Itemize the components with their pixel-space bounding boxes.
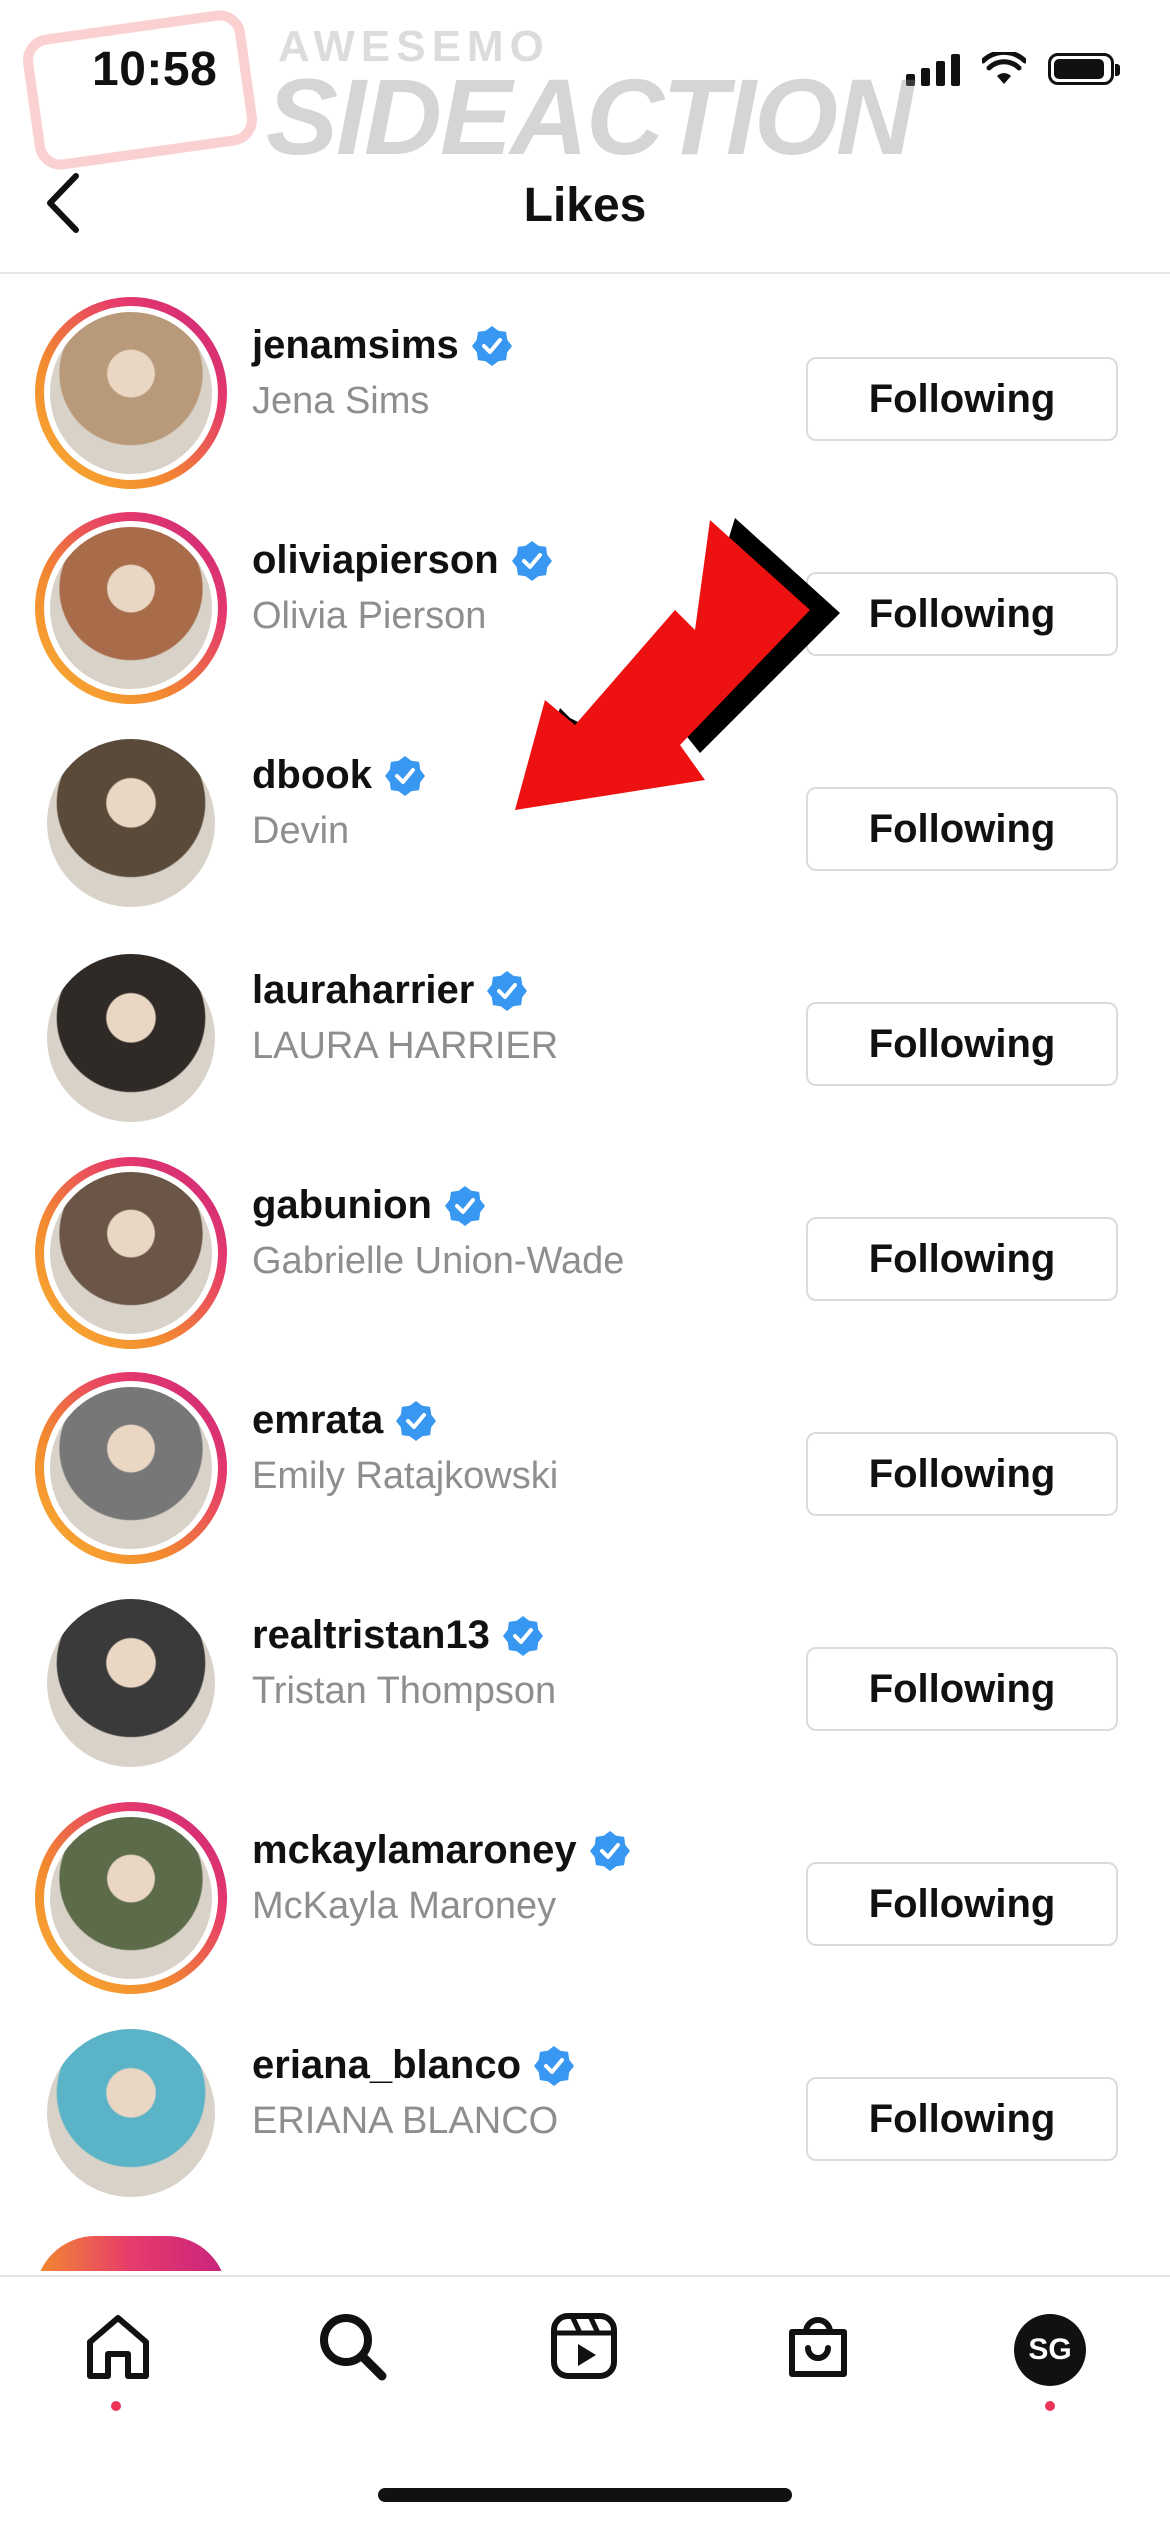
- avatar: [47, 2029, 215, 2197]
- home-icon[interactable]: [78, 2306, 158, 2386]
- username-text: dbook: [252, 753, 372, 797]
- following-button[interactable]: Following: [806, 1432, 1118, 1516]
- profile-tab-avatar[interactable]: SG: [1014, 2314, 1086, 2386]
- following-button[interactable]: Following: [806, 2077, 1118, 2161]
- avatar: [47, 1599, 215, 1767]
- battery-icon: [1048, 53, 1120, 85]
- following-button[interactable]: Following: [806, 1862, 1118, 1946]
- verified-badge-icon: [471, 325, 512, 366]
- user-names: mckaylamaroney McKayla Maroney: [252, 1828, 631, 1928]
- verified-badge-icon: [502, 1615, 543, 1656]
- profile-notification-dot: [1045, 2401, 1055, 2411]
- list-item[interactable]: eriana_blanco ERIANA BLANCO Following: [0, 1993, 1170, 2208]
- avatar-wrapper[interactable]: [35, 942, 227, 1134]
- username-text: emrata: [252, 1398, 384, 1442]
- home-indicator: [378, 2488, 792, 2502]
- username-text: realtristan13: [252, 1613, 490, 1657]
- username-text: eriana_blanco: [252, 2043, 522, 2087]
- avatar-wrapper[interactable]: [35, 727, 227, 919]
- username-text: jenamsims: [252, 323, 459, 367]
- avatar: [44, 306, 218, 480]
- username[interactable]: lauraharrier: [252, 968, 558, 1013]
- following-button[interactable]: Following: [806, 357, 1118, 441]
- verified-badge-icon: [384, 755, 425, 796]
- red-arrow-annotation: [515, 518, 840, 810]
- profile-initials: SG: [1028, 2333, 1072, 2366]
- following-button[interactable]: Following: [806, 1002, 1118, 1086]
- verified-badge-icon: [444, 1185, 485, 1226]
- partial-avatar-bottom: [35, 2236, 227, 2271]
- search-icon[interactable]: [312, 2306, 392, 2386]
- username-text: oliviapierson: [252, 538, 499, 582]
- full-name: Tristan Thompson: [252, 1670, 557, 1712]
- page-title: Likes: [523, 179, 647, 232]
- verified-badge-icon: [487, 970, 528, 1011]
- username-text: lauraharrier: [252, 968, 475, 1012]
- wifi-icon: [982, 52, 1026, 84]
- page-header: Likes: [0, 140, 1170, 274]
- username[interactable]: eriana_blanco: [252, 2043, 575, 2088]
- full-name: McKayla Maroney: [252, 1885, 557, 1927]
- username[interactable]: mckaylamaroney: [252, 1828, 631, 1873]
- avatar: [44, 521, 218, 695]
- full-name: Devin: [252, 810, 350, 852]
- username[interactable]: emrata: [252, 1398, 558, 1443]
- reels-icon[interactable]: [544, 2306, 624, 2386]
- list-item[interactable]: realtristan13 Tristan Thompson Following: [0, 1563, 1170, 1778]
- status-icons: [906, 52, 1120, 86]
- verified-badge-icon: [534, 2045, 575, 2086]
- user-names: jenamsims Jena Sims: [252, 323, 513, 423]
- avatar-story-ring[interactable]: [35, 1372, 227, 1564]
- avatar: [44, 1811, 218, 1985]
- full-name: ERIANA BLANCO: [252, 2100, 559, 2142]
- user-names: emrata Emily Ratajkowski: [252, 1398, 558, 1498]
- avatar-story-ring[interactable]: [35, 1802, 227, 1994]
- full-name: Emily Ratajkowski: [252, 1455, 559, 1497]
- verified-badge-icon: [396, 1400, 437, 1441]
- username[interactable]: realtristan13: [252, 1613, 556, 1658]
- full-name: LAURA HARRIER: [252, 1025, 559, 1067]
- following-button[interactable]: Following: [806, 1647, 1118, 1731]
- user-names: eriana_blanco ERIANA BLANCO: [252, 2043, 575, 2143]
- following-button[interactable]: Following: [806, 1217, 1118, 1301]
- avatar-story-ring[interactable]: [35, 297, 227, 489]
- avatar-story-ring[interactable]: [35, 512, 227, 704]
- username[interactable]: dbook: [252, 753, 426, 798]
- verified-badge-icon: [589, 1830, 630, 1871]
- username-text: gabunion: [252, 1183, 432, 1227]
- user-names: realtristan13 Tristan Thompson: [252, 1613, 556, 1713]
- username[interactable]: gabunion: [252, 1183, 624, 1228]
- username-text: mckaylamaroney: [252, 1828, 577, 1872]
- shop-icon[interactable]: [778, 2306, 858, 2386]
- avatar: [47, 739, 215, 907]
- signal-icon: [906, 52, 960, 86]
- avatar: [44, 1381, 218, 1555]
- user-names: dbook Devin: [252, 753, 426, 853]
- avatar: [47, 954, 215, 1122]
- list-item[interactable]: lauraharrier LAURA HARRIER Following: [0, 918, 1170, 1133]
- list-item[interactable]: gabunion Gabrielle Union-Wade Following: [0, 1133, 1170, 1349]
- list-item[interactable]: emrata Emily Ratajkowski Following: [0, 1348, 1170, 1564]
- user-names: lauraharrier LAURA HARRIER: [252, 968, 558, 1068]
- avatar-wrapper[interactable]: [35, 2017, 227, 2209]
- home-notification-dot: [111, 2401, 121, 2411]
- user-names: gabunion Gabrielle Union-Wade: [252, 1183, 624, 1283]
- avatar-wrapper[interactable]: [35, 1587, 227, 1779]
- full-name: Gabrielle Union-Wade: [252, 1240, 625, 1282]
- list-item[interactable]: mckaylamaroney McKayla Maroney Following: [0, 1778, 1170, 1994]
- list-item[interactable]: jenamsims Jena Sims Following: [0, 273, 1170, 489]
- full-name: Jena Sims: [252, 380, 430, 422]
- avatar: [44, 1166, 218, 1340]
- avatar-story-ring[interactable]: [35, 1157, 227, 1349]
- username[interactable]: jenamsims: [252, 323, 513, 368]
